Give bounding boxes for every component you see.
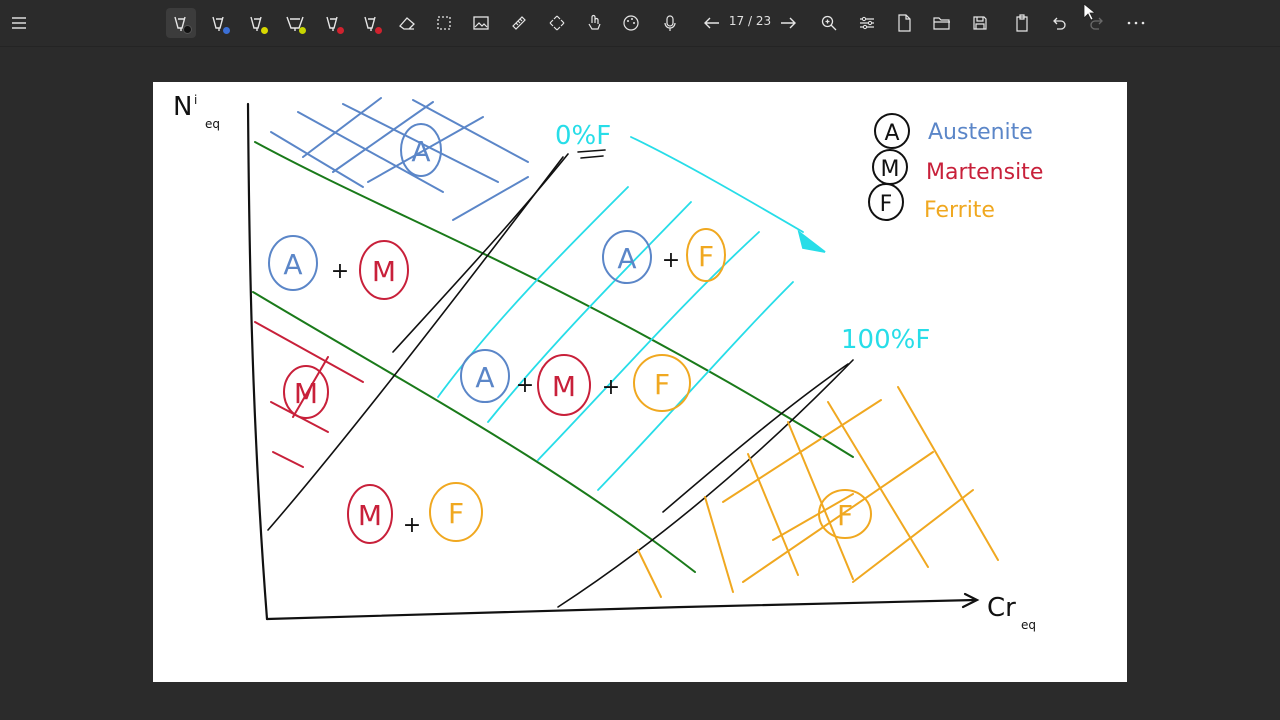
open-folder-icon[interactable]	[927, 8, 957, 38]
pen-color-dot	[183, 25, 192, 34]
legend-text-austenite: Austenite	[928, 120, 1033, 145]
pen-yellow-tool[interactable]	[242, 8, 272, 38]
label-0-percent-ferrite: 0%F	[555, 121, 611, 151]
region-amf-f: F	[654, 368, 670, 401]
schaeffler-diagram: N i eq Cr eq A A + M A + F A + M + F M M…	[173, 92, 1044, 632]
ruler-icon[interactable]	[504, 8, 534, 38]
y-axis-label: N	[173, 92, 192, 122]
austenite-hatch	[270, 97, 529, 221]
region-amf-plus1: +	[516, 373, 534, 398]
eraser-icon[interactable]	[392, 8, 422, 38]
region-austenite: A	[411, 135, 430, 168]
legend-symbol-f: F	[880, 192, 893, 217]
pen-color-dot	[299, 27, 306, 34]
pen-color-dot	[337, 27, 344, 34]
y-axis-superscript: i	[194, 93, 197, 107]
region-ferrite: F	[837, 499, 853, 532]
settings-sliders-icon[interactable]	[852, 8, 882, 38]
y-axis	[246, 102, 269, 621]
clipboard-icon[interactable]	[1007, 8, 1037, 38]
legend-text-martensite: Martensite	[926, 160, 1043, 185]
touch-writing-icon[interactable]	[579, 8, 609, 38]
next-page-arrow-icon[interactable]	[773, 8, 803, 38]
region-mf-f: F	[448, 497, 464, 530]
legend-symbol-a: A	[884, 121, 899, 146]
pen-color-dot	[223, 27, 230, 34]
zoom-icon[interactable]	[814, 8, 844, 38]
region-af-plus: +	[662, 248, 680, 273]
region-am-a: A	[283, 248, 302, 281]
region-mf-m: M	[358, 499, 382, 532]
pen-red-tool[interactable]	[318, 8, 348, 38]
save-icon[interactable]	[965, 8, 995, 38]
pen-color-dot	[375, 27, 382, 34]
menu-icon[interactable]	[4, 8, 34, 38]
previous-page-arrow-icon[interactable]	[697, 8, 727, 38]
pen-black-tool[interactable]	[166, 8, 196, 38]
x-axis-label: Cr	[987, 593, 1016, 623]
region-am-plus: +	[331, 259, 349, 284]
region-am-m: M	[372, 255, 396, 288]
toolbar: 17 / 23	[0, 0, 1280, 47]
ferrite-hatch	[637, 386, 999, 598]
highlighter-yellow-tool[interactable]	[280, 8, 310, 38]
palette-icon[interactable]	[616, 8, 646, 38]
legend-text-ferrite: Ferrite	[924, 198, 995, 223]
image-icon[interactable]	[466, 8, 496, 38]
region-martensite: M	[294, 377, 318, 410]
region-circles	[268, 113, 910, 544]
axes	[246, 102, 980, 621]
region-af-f: F	[698, 240, 714, 273]
drawing-canvas[interactable]: N i eq Cr eq A A + M A + F A + M + F M M…	[153, 82, 1127, 682]
pen-red-thick-tool[interactable]	[356, 8, 386, 38]
region-amf-a: A	[475, 361, 494, 394]
region-amf-m: M	[552, 370, 576, 403]
new-page-icon[interactable]	[889, 8, 919, 38]
label-100-percent-ferrite: 100%F	[841, 325, 930, 355]
x-axis-subscript: eq	[1021, 618, 1036, 632]
legend-symbol-m: M	[881, 157, 900, 182]
region-amf-plus2: +	[602, 375, 620, 400]
region-mf-plus: +	[403, 513, 421, 538]
pen-blue-tool[interactable]	[204, 8, 234, 38]
lasso-select-icon[interactable]	[429, 8, 459, 38]
legend: A Austenite M Martensite F Ferrite	[880, 120, 1044, 223]
mouse-cursor-icon	[1083, 3, 1097, 25]
undo-icon[interactable]	[1044, 8, 1074, 38]
y-axis-subscript: eq	[205, 117, 220, 131]
page-indicator[interactable]: 17 / 23	[726, 14, 774, 28]
region-af-a: A	[617, 242, 636, 275]
move-icon[interactable]	[542, 8, 572, 38]
microphone-icon[interactable]	[655, 8, 685, 38]
more-options-icon[interactable]	[1121, 8, 1151, 38]
pen-color-dot	[261, 27, 268, 34]
x-axis	[265, 598, 977, 621]
